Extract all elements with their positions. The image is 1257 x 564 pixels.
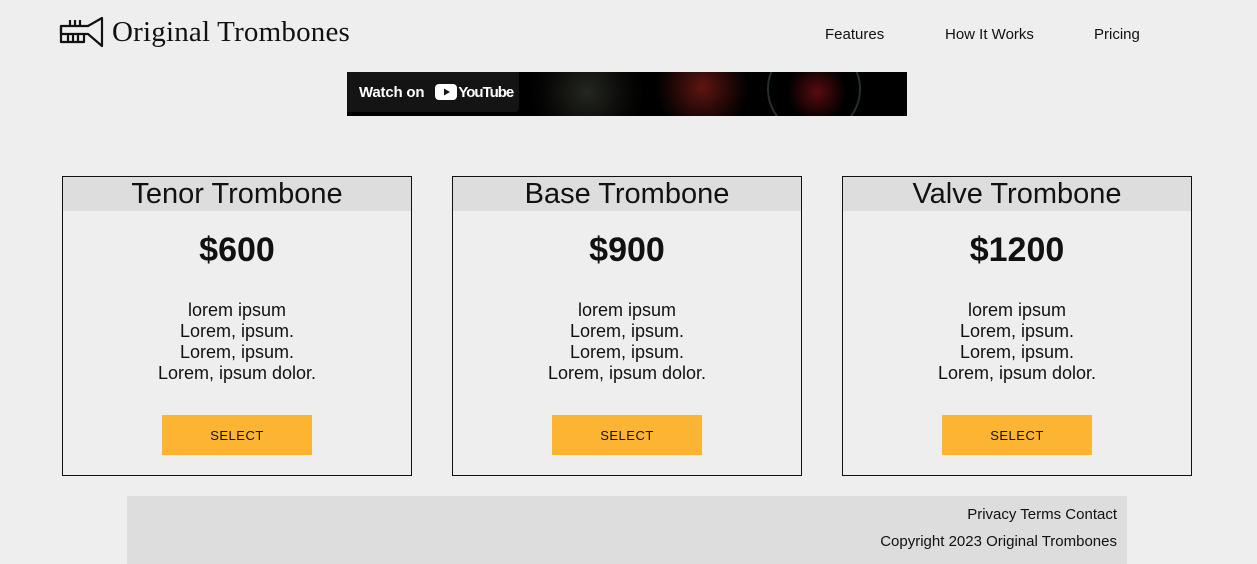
feature-item: Lorem, ipsum. — [959, 321, 1075, 341]
footer-links: Privacy Terms Contact — [967, 506, 1117, 523]
feature-item: Lorem, ipsum. — [179, 321, 295, 341]
select-button[interactable]: SELECT — [552, 415, 702, 455]
feature-item: lorem ipsum — [577, 300, 677, 320]
youtube-play-icon — [435, 84, 458, 100]
feature-list: lorem ipsum Lorem, ipsum. Lorem, ipsum. … — [63, 300, 411, 384]
footer-link-privacy[interactable]: Privacy — [967, 506, 1016, 523]
feature-list: lorem ipsum Lorem, ipsum. Lorem, ipsum. … — [843, 300, 1191, 384]
card-price: $600 — [199, 231, 275, 269]
feature-item: Lorem, ipsum. — [179, 342, 295, 362]
card-title: Tenor Trombone — [63, 177, 411, 211]
pricing-card-tenor: Tenor Trombone $600 lorem ipsum Lorem, i… — [62, 176, 412, 476]
feature-item: Lorem, ipsum dolor. — [547, 363, 707, 383]
video-embed[interactable]: Watch on YouTube — [347, 72, 907, 116]
site-header: Original Trombones Features How It Works… — [0, 0, 1257, 72]
feature-item: Lorem, ipsum. — [959, 342, 1075, 362]
youtube-wordmark: YouTube — [458, 83, 514, 101]
nav-link-features[interactable]: Features — [825, 26, 884, 43]
pricing-card-valve: Valve Trombone $1200 lorem ipsum Lorem, … — [842, 176, 1192, 476]
feature-item: lorem ipsum — [187, 300, 287, 320]
copyright-text: Copyright 2023 Original Trombones — [880, 533, 1117, 550]
select-button[interactable]: SELECT — [942, 415, 1092, 455]
site-footer: Privacy Terms Contact Copyright 2023 Ori… — [127, 496, 1127, 564]
nav-link-how-it-works[interactable]: How It Works — [945, 26, 1034, 43]
feature-list: lorem ipsum Lorem, ipsum. Lorem, ipsum. … — [453, 300, 801, 384]
card-title: Valve Trombone — [843, 177, 1191, 211]
card-title: Base Trombone — [453, 177, 801, 211]
trumpet-icon — [59, 16, 104, 48]
feature-item: lorem ipsum — [967, 300, 1067, 320]
feature-item: Lorem, ipsum. — [569, 321, 685, 341]
footer-link-contact[interactable]: Contact — [1065, 506, 1117, 523]
logo-text: Original Trombones — [112, 15, 351, 48]
card-price: $900 — [589, 231, 665, 269]
footer-link-terms[interactable]: Terms — [1020, 506, 1061, 523]
feature-item: Lorem, ipsum dolor. — [157, 363, 317, 383]
video-frame-shading — [657, 72, 747, 116]
feature-item: Lorem, ipsum dolor. — [937, 363, 1097, 383]
nav-link-pricing[interactable]: Pricing — [1094, 26, 1140, 43]
select-button[interactable]: SELECT — [162, 415, 312, 455]
logo[interactable]: Original Trombones — [58, 14, 350, 50]
pricing-card-base: Base Trombone $900 lorem ipsum Lorem, ip… — [452, 176, 802, 476]
card-price: $1200 — [969, 231, 1065, 269]
video-frame-shading — [527, 72, 647, 116]
watch-on-label: Watch on — [359, 83, 425, 101]
video-frame-shading — [787, 72, 847, 116]
watch-on-youtube-button[interactable]: Watch on YouTube — [347, 72, 519, 112]
feature-item: Lorem, ipsum. — [569, 342, 685, 362]
